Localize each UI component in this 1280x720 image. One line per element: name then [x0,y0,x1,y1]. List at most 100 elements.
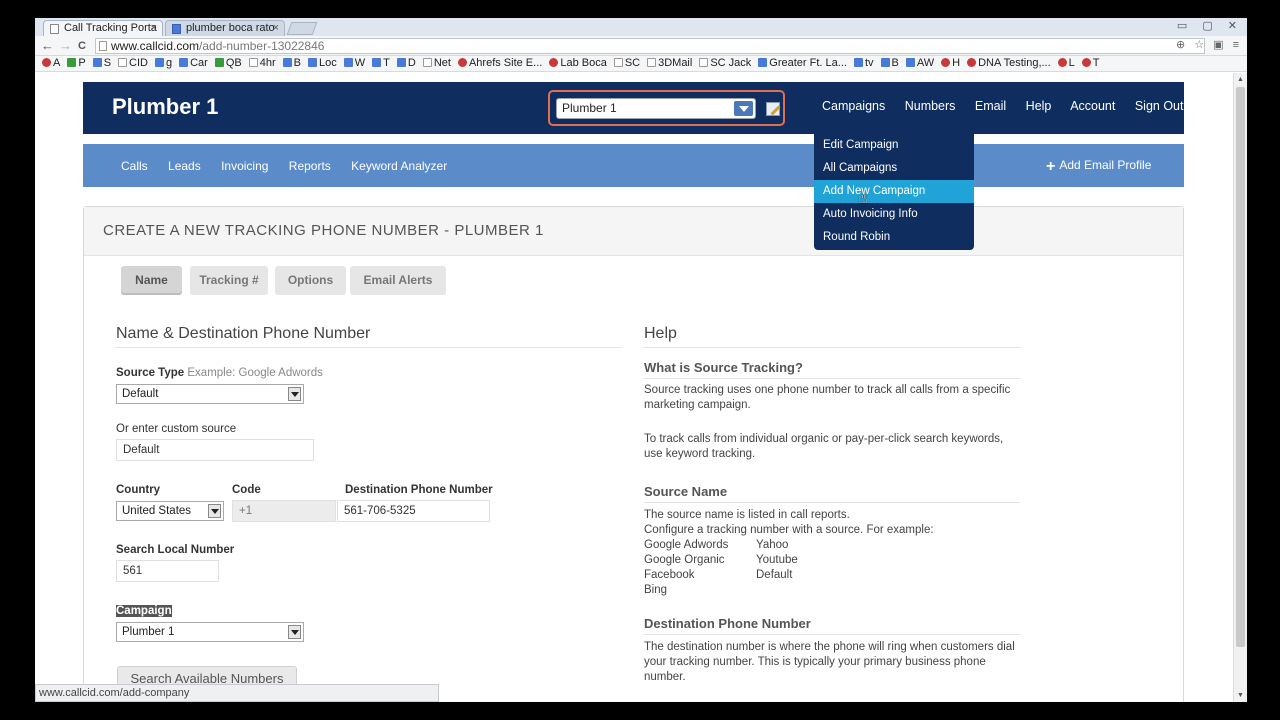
chevron-down-icon[interactable] [208,504,221,518]
bookmark-item[interactable]: 4hr [248,56,276,71]
bookmark-item[interactable]: T [1081,56,1100,71]
bookmark-item[interactable]: Net [422,56,451,71]
bookmark-item[interactable]: AW [905,56,935,71]
help-text-keyword-tracking: To track calls from individual organic o… [644,433,1004,460]
back-icon[interactable]: ← [41,38,54,54]
step-tab-tracking[interactable]: Tracking # [190,266,268,295]
bookmark-item[interactable]: S [92,56,111,71]
step-tab-options[interactable]: Options [275,266,346,295]
bookmark-item[interactable]: Car [179,56,208,71]
menu-item-auto-invoicing-info[interactable]: Auto Invoicing Info [814,203,974,226]
nav-help[interactable]: Help [1026,99,1052,113]
bookmark-item[interactable]: CID [118,56,148,71]
nav-account[interactable]: Account [1070,99,1115,113]
bookmark-item[interactable]: D [396,56,416,71]
bookmark-label: Ahrefs Site E... [468,57,543,69]
subnav-leads[interactable]: Leads [168,159,201,173]
destination-phone-label: Destination Phone Number [345,484,493,496]
destination-phone-input[interactable]: 561-706-5325 [337,500,490,522]
create-number-panel: CREATE A NEW TRACKING PHONE NUMBER - PLU… [83,206,1184,702]
source-example: Yahoo [756,539,789,551]
chevron-down-icon[interactable] [288,625,301,639]
app-header: Plumber 1 Plumber 1 Campaigns Numbers Em… [83,82,1184,134]
subnav-keyword-analyzer[interactable]: Keyword Analyzer [351,159,447,173]
bookmark-item[interactable]: 3DMail [647,56,692,71]
bookmark-item[interactable]: B [282,56,301,71]
bookmark-item[interactable]: B [880,56,899,71]
source-type-select[interactable]: Default [116,384,304,404]
bookmark-item[interactable]: L [1057,56,1075,71]
reload-icon[interactable]: C [78,38,86,54]
campaign-form-select[interactable]: Plumber 1 [116,622,304,642]
tab-close-icon[interactable]: × [151,21,157,35]
nav-email[interactable]: Email [975,99,1006,113]
bookmark-item[interactable]: T [372,56,390,71]
nav-sign-out[interactable]: Sign Out [1135,99,1184,113]
new-tab-button[interactable] [286,22,318,35]
scrollbar-thumb[interactable] [1236,87,1245,647]
custom-source-input[interactable]: Default [116,439,314,461]
chevron-down-icon[interactable] [288,387,301,401]
subnav-invoicing[interactable]: Invoicing [221,159,268,173]
add-email-profile-label: Add Email Profile [1059,158,1152,172]
bookmark-item[interactable]: A [42,56,60,71]
bookmark-item[interactable]: Loc [308,56,337,71]
browser-tab-call-tracking[interactable]: Call Tracking Porta × [43,20,163,36]
bookmark-label: Net [433,57,451,69]
add-email-profile-button[interactable]: + Add Email Profile [1046,158,1151,176]
bookmark-item[interactable]: H [941,56,960,71]
bookmark-item[interactable]: SC [613,56,640,71]
nav-numbers[interactable]: Numbers [905,99,956,113]
forward-icon[interactable]: → [59,38,72,54]
bookmark-item[interactable]: W [343,56,366,71]
subnav-reports[interactable]: Reports [289,159,331,173]
bookmark-item[interactable]: SC Jack [699,56,751,71]
bookmark-label: AW [916,57,935,69]
search-local-number-input[interactable]: 561 [116,560,219,582]
menu-item-edit-campaign[interactable]: Edit Campaign [814,134,974,157]
bookmark-icon [67,58,77,67]
subnav-calls[interactable]: Calls [121,159,148,173]
sub-nav: Calls Leads Invoicing Reports Keyword An… [83,144,1184,187]
nav-campaigns[interactable]: Campaigns [822,99,885,113]
bookmark-item[interactable]: Lab Boca [549,56,607,71]
bookmark-item[interactable]: P [67,56,86,71]
url-input[interactable]: www.callcid.com/add-number-13022846 [95,38,1205,54]
bookmark-item[interactable]: g [154,56,172,71]
source-type-hint: Example: Google Adwords [187,367,323,379]
menu-item-add-new-campaign[interactable]: Add New Campaign [814,180,974,203]
country-select[interactable]: United States [116,501,224,521]
scroll-down-icon[interactable]: ▼ [1237,692,1244,699]
bookmark-item[interactable]: tv [853,56,874,71]
bookmark-item[interactable]: QB [214,56,242,71]
source-example: Youtube [756,554,798,566]
bookmark-label: T [383,57,390,69]
chevron-down-icon[interactable] [734,101,753,116]
bookmark-label: W [354,57,366,69]
source-example: Facebook [644,569,695,581]
bookmark-icon [92,58,102,67]
help-text-destination: The destination number is where the phon… [644,641,1015,683]
bookmark-item[interactable]: Ahrefs Site E... [457,56,543,71]
step-tab-name[interactable]: Name [121,266,182,295]
source-example: Default [756,569,793,581]
bookmark-item[interactable]: Greater Ft. La... [758,56,847,71]
edit-icon[interactable] [766,102,780,116]
bookmark-item[interactable]: DNA Testing,... [967,56,1051,71]
page-scrollbar[interactable]: ▲ ▼ [1233,73,1247,702]
window-controls[interactable]: ▭ ▢ ✕ [1177,19,1243,32]
bookmark-label: 3DMail [658,57,693,69]
country-code-field: +1 [232,500,336,522]
bookmark-icon [1081,58,1091,67]
tab-close-icon[interactable]: × [273,21,279,35]
scroll-up-icon[interactable]: ▲ [1237,76,1244,83]
bookmark-icon [154,58,164,67]
google-icon [172,24,181,34]
menu-item-round-robin[interactable]: Round Robin [814,226,974,249]
brand-title: Plumber 1 [112,94,219,119]
menu-item-all-campaigns[interactable]: All Campaigns [814,157,974,180]
browser-toolbar-icons[interactable]: ⊕ ☆ ▣ ≡ [1176,38,1242,51]
campaign-select[interactable]: Plumber 1 [556,98,756,119]
browser-tab-plumber-boca[interactable]: plumber boca rato × [165,20,285,36]
step-tab-email-alerts[interactable]: Email Alerts [350,266,446,295]
